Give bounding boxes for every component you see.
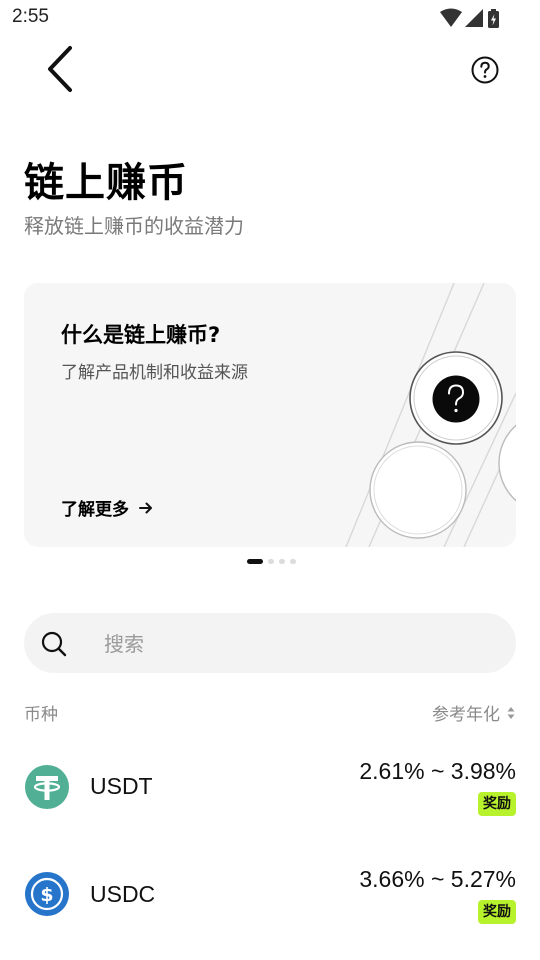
- coin-row-usdt[interactable]: USDT 2.61% ~ 3.98% 奖励: [24, 740, 516, 830]
- status-icons: [440, 8, 499, 28]
- question-circle-icon: [471, 56, 499, 84]
- coin-apy: 3.66% ~ 5.27%: [359, 866, 516, 892]
- question-mark-icon: [432, 375, 480, 423]
- earn-page: 2:55 链上赚币 释放链上赚币的收益潜力 什么是链上赚币? 了解产品机制和收益…: [0, 0, 540, 960]
- pager-dot[interactable]: [290, 559, 296, 564]
- pager-dot[interactable]: [279, 559, 285, 564]
- coin-name: USDC: [90, 881, 156, 907]
- coin-apy: 2.61% ~ 3.98%: [359, 758, 516, 784]
- usdc-logo-icon: $: [25, 872, 69, 916]
- wifi-icon: [440, 8, 462, 27]
- coin-row-usdc[interactable]: $ USDC 3.66% ~ 5.27% 奖励: [24, 848, 516, 938]
- banner-description: 了解产品机制和收益来源: [61, 363, 248, 383]
- search-input[interactable]: [102, 627, 486, 661]
- reward-badge: 奖励: [478, 792, 516, 816]
- back-button[interactable]: [40, 40, 80, 100]
- status-time: 2:55: [12, 6, 49, 27]
- svg-text:$: $: [40, 884, 53, 906]
- apy-sort-header[interactable]: 参考年化: [432, 700, 516, 725]
- banner-title: 什么是链上赚币?: [61, 323, 221, 347]
- battery-charging-icon: [488, 9, 499, 28]
- learn-more-label: 了解更多: [61, 500, 129, 520]
- tether-logo-icon: [25, 765, 69, 809]
- reward-badge: 奖励: [478, 900, 516, 924]
- coin-name: USDT: [90, 773, 153, 799]
- page-title: 链上赚币: [24, 160, 188, 206]
- page-subtitle: 释放链上赚币的收益潜力: [24, 214, 244, 238]
- search-bar[interactable]: [24, 613, 516, 673]
- chevron-left-icon: [48, 46, 72, 92]
- pager-dot-active[interactable]: [247, 559, 263, 564]
- pager-dot[interactable]: [268, 559, 274, 564]
- help-button[interactable]: [470, 55, 500, 85]
- arrow-right-icon: [139, 502, 152, 513]
- coin-column-header: 币种: [24, 705, 58, 725]
- status-bar: 2:55: [0, 0, 540, 36]
- search-icon: [41, 631, 67, 657]
- intro-banner[interactable]: 什么是链上赚币? 了解产品机制和收益来源 了解更多: [24, 283, 516, 547]
- banner-pager: [247, 559, 296, 565]
- apy-column-label: 参考年化: [432, 705, 500, 725]
- sort-icon: [507, 706, 515, 719]
- learn-more-link[interactable]: 了解更多: [61, 495, 153, 520]
- signal-icon: [465, 9, 483, 27]
